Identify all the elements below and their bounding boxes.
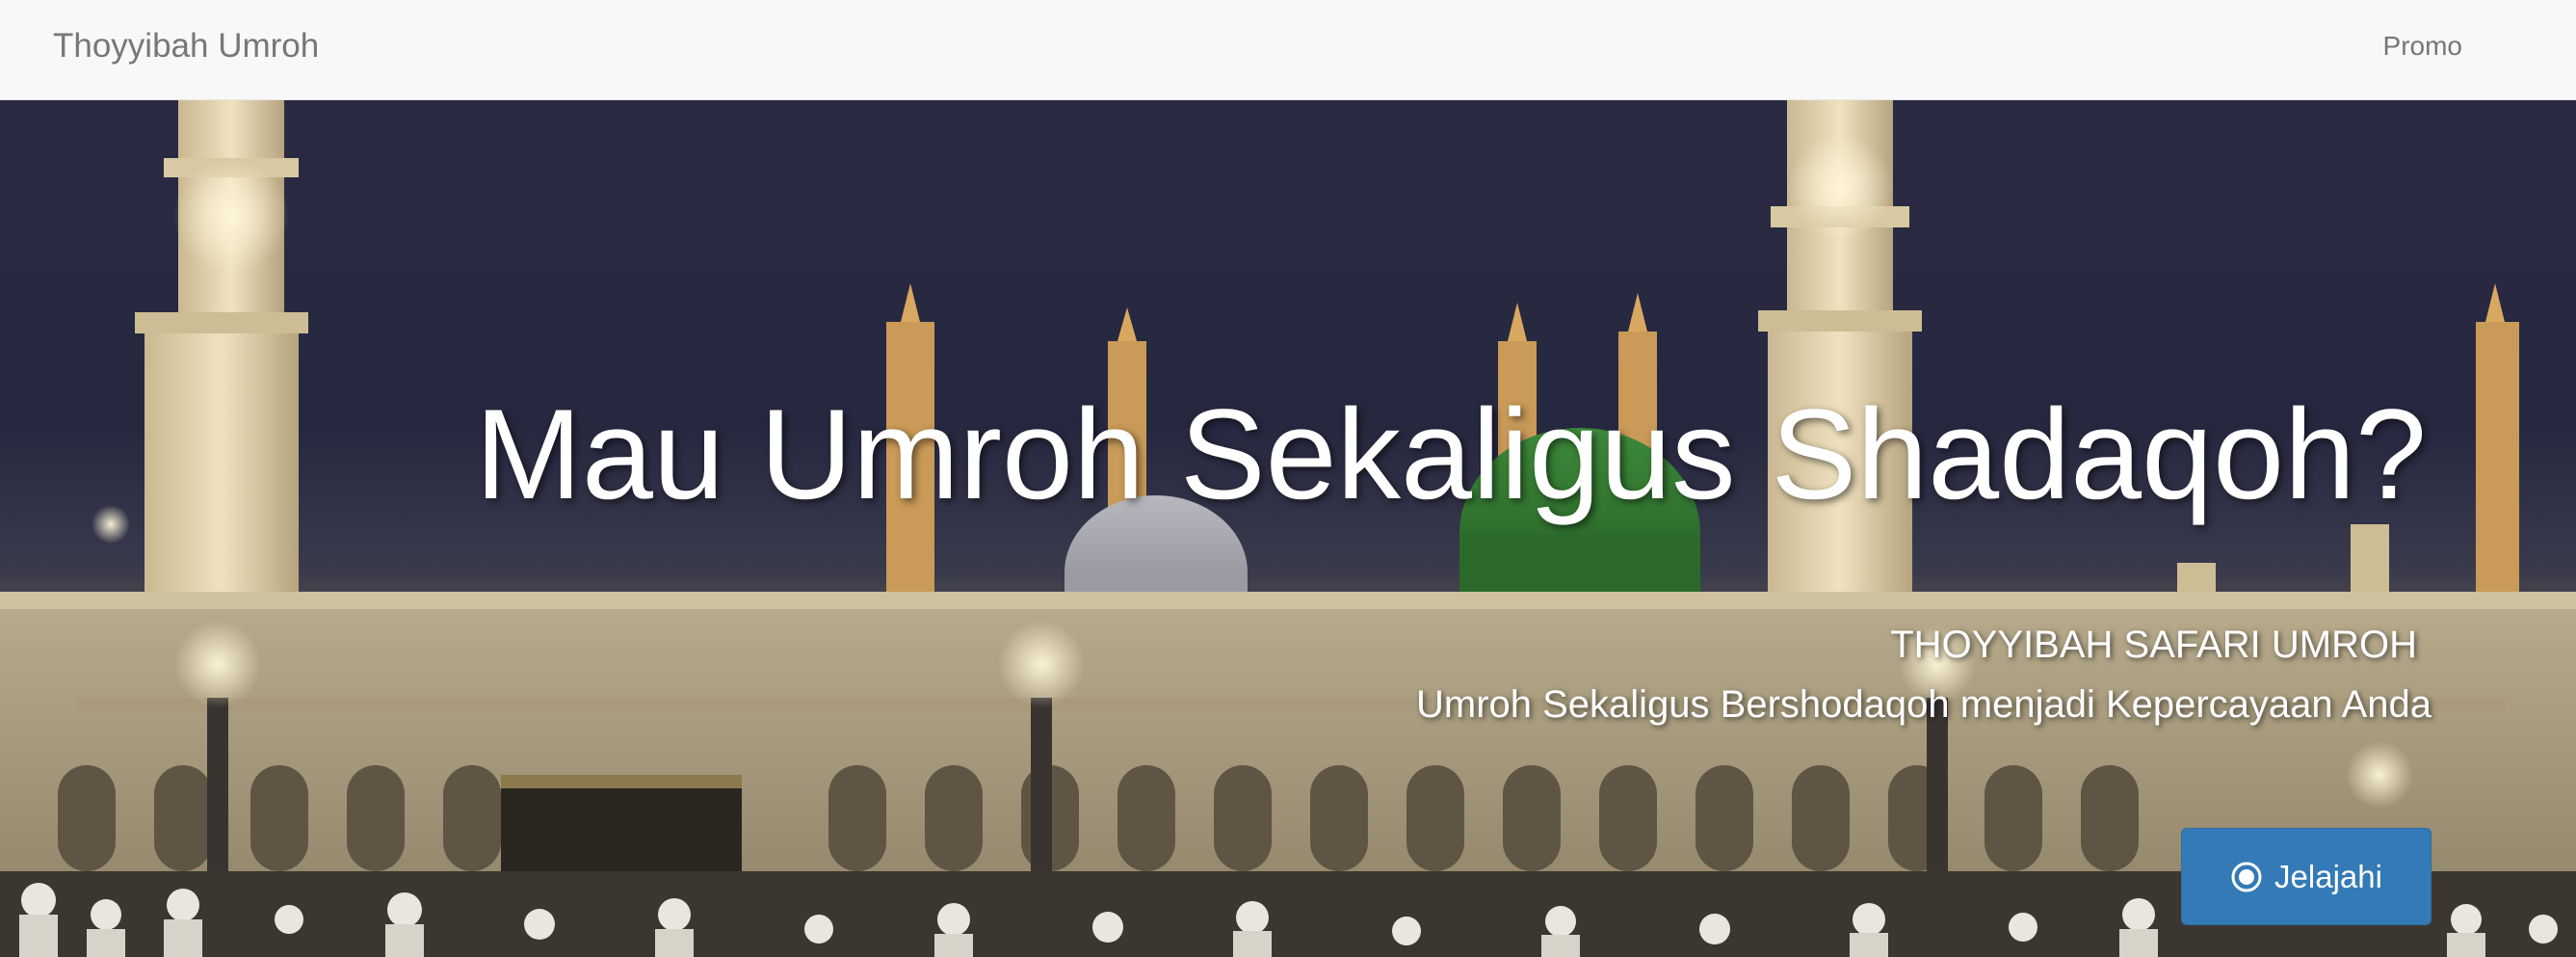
hero-subtitle-tagline: Umroh Sekaligus Bershodaqoh menjadi Kepe… bbox=[1415, 683, 2431, 726]
record-circle-icon bbox=[2230, 861, 2263, 893]
nav-link-promo[interactable]: Promo bbox=[2383, 0, 2462, 100]
navbar: Thoyyibah Umroh Promo bbox=[0, 0, 2576, 100]
explore-button-label: Jelajahi bbox=[2274, 858, 2382, 894]
hero-banner: Mau Umroh Sekaligus Shadaqoh? THOYYIBAH … bbox=[0, 100, 2576, 957]
hero-subtitle-company: THOYYIBAH SAFARI UMROH bbox=[1890, 624, 2417, 666]
explore-button[interactable]: Jelajahi bbox=[2181, 828, 2431, 925]
hero-title: Mau Umroh Sekaligus Shadaqoh? bbox=[475, 384, 2427, 526]
brand-link[interactable]: Thoyyibah Umroh bbox=[53, 0, 319, 100]
